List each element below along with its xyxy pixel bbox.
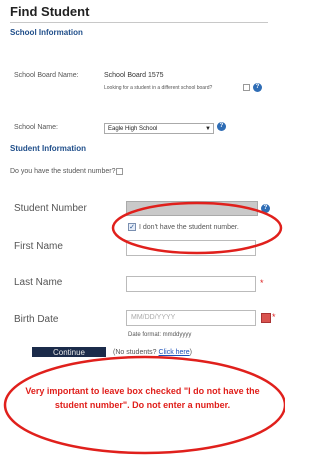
- checkbox-highlight-ellipse: [111, 201, 283, 255]
- annotation-line-1: Very important to leave box checked "I d…: [25, 386, 260, 396]
- annotation-note: Very important to leave box checked "I d…: [0, 384, 285, 412]
- annotation-line-2: student number". Do not enter a number.: [54, 400, 231, 410]
